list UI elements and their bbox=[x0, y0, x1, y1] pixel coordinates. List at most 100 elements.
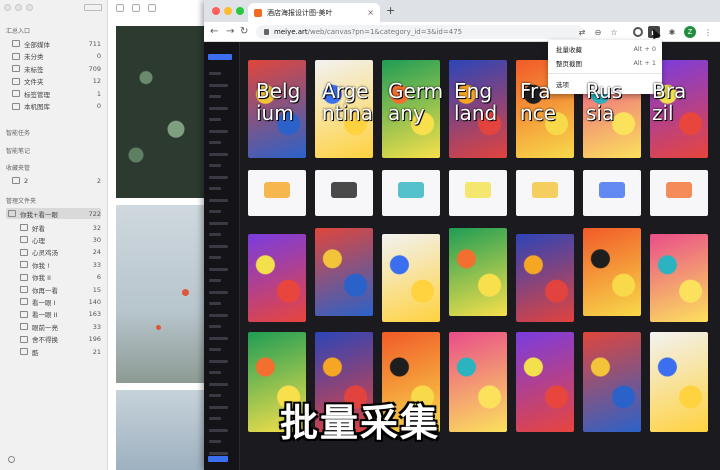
reload-icon[interactable]: ↻ bbox=[240, 26, 248, 38]
site-nav-item[interactable] bbox=[209, 210, 221, 213]
site-nav-item[interactable] bbox=[209, 198, 228, 202]
window-controls[interactable] bbox=[4, 4, 33, 11]
poster-card[interactable] bbox=[650, 234, 708, 322]
thumbnail-cactus[interactable] bbox=[116, 26, 204, 198]
site-nav-item[interactable] bbox=[209, 382, 228, 386]
poster-card[interactable] bbox=[583, 170, 641, 216]
poster-card[interactable] bbox=[315, 170, 373, 216]
folder-item[interactable]: 看一眼 I 140 bbox=[6, 296, 101, 307]
sidebar-item[interactable]: 未标签 709 bbox=[6, 63, 101, 74]
browser-menu-icon[interactable]: ⋮ bbox=[702, 26, 714, 38]
site-nav-item[interactable] bbox=[209, 164, 221, 167]
site-nav-item[interactable] bbox=[209, 118, 221, 121]
address-bar[interactable]: meiye.art /web/canvas?pn=1&category_id=3… bbox=[256, 25, 584, 39]
site-nav-item[interactable] bbox=[209, 256, 221, 259]
site-nav-item[interactable] bbox=[209, 106, 228, 110]
category-icon bbox=[12, 102, 20, 110]
site-nav-item[interactable] bbox=[209, 348, 221, 351]
site-nav-item[interactable] bbox=[209, 325, 221, 328]
section-smart-notes-title: 智能笔记 bbox=[6, 148, 31, 155]
new-tab-button[interactable]: + bbox=[386, 4, 395, 17]
site-nav-item[interactable] bbox=[209, 371, 221, 374]
folder-icon bbox=[20, 224, 28, 231]
poster-card[interactable] bbox=[248, 234, 306, 322]
settings-gear-icon[interactable] bbox=[8, 456, 15, 463]
folder-item[interactable]: 你再一看 15 bbox=[6, 284, 101, 295]
sidebar-item[interactable]: 未分类 0 bbox=[6, 51, 101, 62]
extensions-puzzle-icon[interactable]: ✱ bbox=[666, 26, 678, 38]
minimize-window-icon[interactable] bbox=[224, 7, 232, 15]
sidebar-item-count: 21 bbox=[92, 347, 101, 356]
site-nav-item[interactable] bbox=[209, 302, 221, 305]
site-nav-item[interactable] bbox=[209, 313, 228, 317]
sidebar-item[interactable]: 全部媒体 711 bbox=[6, 38, 101, 49]
poster-card[interactable] bbox=[449, 170, 507, 216]
poster-card[interactable] bbox=[248, 170, 306, 216]
site-nav-item[interactable] bbox=[209, 152, 228, 156]
forward-arrow-icon[interactable]: → bbox=[226, 26, 234, 38]
site-nav-item[interactable] bbox=[209, 83, 228, 87]
site-nav-item[interactable] bbox=[209, 72, 221, 75]
site-nav-item[interactable] bbox=[209, 451, 228, 455]
folder-item[interactable]: 心理 30 bbox=[6, 234, 101, 245]
sidebar-item-count: 6 bbox=[96, 273, 101, 282]
poster-card[interactable] bbox=[382, 170, 440, 216]
thumbnail-flower[interactable] bbox=[116, 205, 204, 383]
tag-item[interactable]: 2 2 bbox=[6, 175, 101, 186]
site-nav-item[interactable] bbox=[209, 267, 228, 271]
extension-ring-icon[interactable] bbox=[632, 26, 644, 38]
menu-item-full-screenshot[interactable]: 整页截图 Alt + 1 bbox=[556, 57, 656, 68]
folder-root[interactable]: 你我+看一眼 722 bbox=[6, 208, 101, 219]
folder-item[interactable]: 眼前一亮 33 bbox=[6, 321, 101, 332]
site-nav-item[interactable] bbox=[209, 187, 221, 190]
maximize-window-icon[interactable] bbox=[236, 7, 244, 15]
folder-icon bbox=[20, 335, 28, 343]
site-nav-item[interactable] bbox=[209, 336, 228, 340]
profile-avatar[interactable]: Z bbox=[684, 26, 696, 38]
site-nav-item[interactable] bbox=[209, 279, 221, 282]
poster-country-label: Arge ntina bbox=[322, 79, 374, 125]
site-logo[interactable] bbox=[208, 54, 232, 60]
bookmark-star-icon[interactable]: ☆ bbox=[608, 26, 620, 38]
sidebar-item-label: 本机图库 bbox=[24, 103, 50, 111]
poster-card[interactable] bbox=[583, 228, 641, 316]
site-footer-badge[interactable] bbox=[208, 456, 228, 462]
poster-card[interactable] bbox=[516, 170, 574, 216]
tag-icon bbox=[12, 177, 20, 184]
folder-item[interactable]: 你我 ! 33 bbox=[6, 259, 101, 270]
folder-item[interactable]: 看一眼 II 163 bbox=[6, 309, 101, 320]
folder-item[interactable]: 好看 32 bbox=[6, 222, 101, 233]
poster-card[interactable] bbox=[650, 170, 708, 216]
tab-active[interactable]: 酒店海报设计图-美叶 × bbox=[248, 3, 380, 22]
site-nav-item[interactable] bbox=[209, 290, 228, 294]
folder-item[interactable]: 舍不得换 196 bbox=[6, 334, 101, 345]
site-nav-item[interactable] bbox=[209, 233, 221, 236]
zoom-icon[interactable]: ⊖ bbox=[592, 26, 604, 38]
site-nav-item[interactable] bbox=[209, 129, 228, 133]
sidebar-item-label: 看一眼 I bbox=[32, 298, 56, 307]
poster-card[interactable] bbox=[315, 228, 373, 316]
back-arrow-icon[interactable]: ← bbox=[210, 26, 218, 38]
site-nav-item[interactable] bbox=[209, 95, 221, 98]
sidebar-item[interactable]: 标签管理 1 bbox=[6, 88, 101, 99]
site-nav-item[interactable] bbox=[209, 175, 228, 179]
folder-item[interactable]: 你我 II 6 bbox=[6, 272, 101, 283]
site-nav-item[interactable] bbox=[209, 141, 221, 144]
folder-item[interactable]: 酷 21 bbox=[6, 346, 101, 357]
sort-button[interactable] bbox=[84, 4, 102, 11]
site-nav-item[interactable] bbox=[209, 244, 228, 248]
sidebar-item-label: 舍不得换 bbox=[32, 336, 58, 345]
translate-icon[interactable]: ⇄ bbox=[576, 26, 588, 38]
poster-card[interactable] bbox=[382, 234, 440, 322]
site-nav-item[interactable] bbox=[209, 359, 228, 363]
menu-item-shortcut: Alt + 0 bbox=[633, 44, 656, 53]
sidebar-item[interactable]: 文件夹 12 bbox=[6, 76, 101, 87]
site-nav-item[interactable] bbox=[209, 221, 228, 225]
poster-card[interactable] bbox=[516, 234, 574, 322]
close-window-icon[interactable] bbox=[212, 7, 220, 15]
folder-item[interactable]: 心灵鸡汤 24 bbox=[6, 247, 101, 258]
tab-close-icon[interactable]: × bbox=[367, 8, 374, 17]
poster-card[interactable] bbox=[449, 228, 507, 316]
sidebar-item[interactable]: 本机图库 0 bbox=[6, 101, 101, 112]
menu-item-batch-collect[interactable]: 批量收藏 Alt + 0 bbox=[556, 43, 656, 54]
